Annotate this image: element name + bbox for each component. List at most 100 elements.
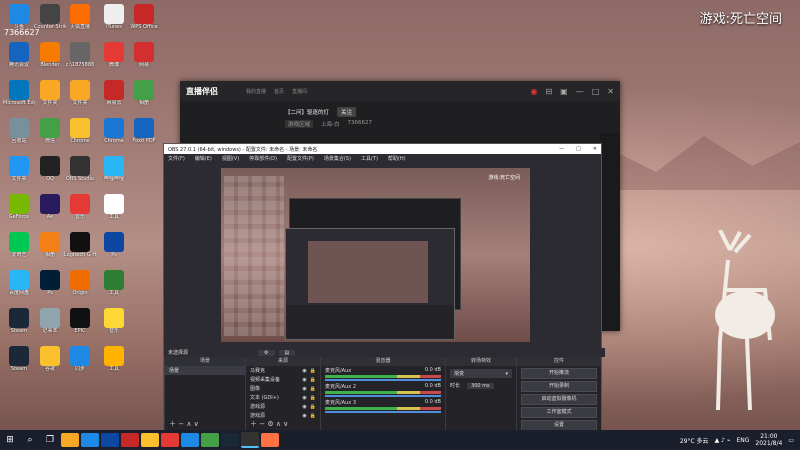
app-icon[interactable] <box>121 433 139 447</box>
eye-icon[interactable]: ◉ <box>302 404 306 410</box>
desktop-shortcut[interactable]: 工具 <box>98 194 130 230</box>
clock[interactable]: 21:00 2021/8/4 <box>755 433 782 447</box>
desktop-shortcut[interactable]: Ps <box>98 232 130 268</box>
control-button[interactable]: 开始推流 <box>521 368 597 379</box>
duration-input[interactable]: 300 ms <box>467 382 494 389</box>
desktop-shortcut[interactable]: 爱奇艺 <box>3 232 35 268</box>
desktop-shortcut[interactable]: 工具 <box>98 346 130 382</box>
desktop-shortcut[interactable]: Counter-Strike <box>34 4 66 40</box>
close-button[interactable]: ✕ <box>607 87 614 96</box>
desktop-shortcut[interactable]: 斗鱼 <box>3 4 35 40</box>
notification-icon[interactable]: ▭ <box>788 437 794 444</box>
desktop-shortcut[interactable]: 音乐 <box>64 194 96 230</box>
filters-button[interactable]: ▤ <box>278 349 296 356</box>
volume-slider[interactable] <box>325 395 441 397</box>
desktop-shortcut[interactable]: 哔哩哔哩 <box>98 156 130 192</box>
desktop-shortcut[interactable]: Foxit PDF <box>128 118 160 154</box>
properties-button[interactable]: ⚙ <box>258 349 275 356</box>
desktop-shortcut[interactable]: 相册 <box>128 80 160 116</box>
desktop-shortcut[interactable]: c:\1875888 <box>64 42 96 78</box>
eye-icon[interactable]: ◉ <box>302 377 306 383</box>
obs-menu-item[interactable]: 工具(T) <box>361 155 378 162</box>
control-button[interactable]: 开始录制 <box>521 381 597 392</box>
lock-icon[interactable]: 🔒 <box>310 395 316 401</box>
obs-menu-item[interactable]: 编辑(E) <box>195 155 212 162</box>
desktop-shortcut[interactable]: Ps <box>34 270 66 306</box>
desktop-shortcut[interactable]: 文件夹 <box>3 156 35 192</box>
desktop-shortcut[interactable]: 百度网盘 <box>3 270 35 306</box>
desktop-shortcut[interactable]: Steam <box>3 346 35 382</box>
source-item[interactable]: 游戏源 ◉ 🔒 <box>246 402 320 411</box>
desktop-shortcut[interactable]: Blender <box>34 42 66 78</box>
desktop-shortcut[interactable]: EPIC <box>64 308 96 344</box>
chrome-icon[interactable] <box>141 433 159 447</box>
desktop-shortcut[interactable]: 记事本 <box>34 308 66 344</box>
desktop-shortcut[interactable]: Logitech G HUB <box>64 232 96 268</box>
scene-item[interactable]: 场景 <box>165 366 245 375</box>
desktop-shortcut[interactable]: iTunes <box>98 4 130 40</box>
lock-icon[interactable]: 🔒 <box>310 413 316 419</box>
desktop-shortcut[interactable]: 微博 <box>98 42 130 78</box>
desktop-shortcut[interactable]: 火狐直播 <box>64 4 96 40</box>
transition-select[interactable]: 渐变 ▾ <box>450 369 512 378</box>
desktop-shortcut[interactable]: 文件夹 <box>34 80 66 116</box>
start-button[interactable]: ⊞ <box>1 433 19 447</box>
eye-icon[interactable]: ◉ <box>302 413 306 419</box>
screen-icon[interactable]: ▣ <box>560 87 568 96</box>
task-view-icon[interactable]: ❐ <box>41 433 59 447</box>
control-button[interactable]: 启动虚拟摄像机 <box>521 394 597 405</box>
client-tab[interactable]: 首页 <box>274 88 284 95</box>
obs-menu-item[interactable]: 帮助(H) <box>388 155 406 162</box>
steam-icon[interactable] <box>221 433 239 447</box>
search-icon[interactable]: ⌕ <box>21 433 39 447</box>
desktop-shortcut[interactable]: 文件夹 <box>64 80 96 116</box>
app-icon[interactable] <box>201 433 219 447</box>
desktop-shortcut[interactable]: QQ <box>34 156 66 192</box>
volume-slider[interactable] <box>325 411 441 413</box>
eye-icon[interactable]: ◉ <box>302 395 306 401</box>
obs-maximize-button[interactable]: □ <box>576 146 581 152</box>
obs-menu-item[interactable]: 视图(V) <box>222 155 239 162</box>
desktop-shortcut[interactable]: 同步 <box>64 346 96 382</box>
source-item[interactable]: 文本 (GDI+) ◉ 🔒 <box>246 393 320 402</box>
desktop-shortcut[interactable]: Steam <box>3 308 35 344</box>
minimize-button[interactable]: — <box>576 87 584 96</box>
desktop-shortcut[interactable]: 网易 <box>128 42 160 78</box>
client-tab[interactable]: 我的直播 <box>246 88 266 95</box>
control-button[interactable]: 工作室模式 <box>521 407 597 418</box>
app-icon[interactable] <box>261 433 279 447</box>
settings-icon[interactable]: ⊟ <box>545 87 552 96</box>
maximize-button[interactable]: □ <box>592 87 600 96</box>
desktop-shortcut[interactable]: 音乐 <box>98 308 130 344</box>
lock-icon[interactable]: 🔒 <box>310 377 316 383</box>
desktop-shortcut[interactable]: Ae <box>34 194 66 230</box>
source-add-icon[interactable]: ＋ − ⚙ ∧ ∨ <box>250 419 288 429</box>
desktop-shortcut[interactable]: 微信 <box>34 118 66 154</box>
obs-menu-item[interactable]: 文件(F) <box>168 155 185 162</box>
desktop-shortcut[interactable]: 工具 <box>98 270 130 306</box>
desktop-shortcut[interactable]: Microsoft Edge <box>3 80 35 116</box>
source-item[interactable]: 视频采集设备 ◉ 🔒 <box>246 375 320 384</box>
eye-icon[interactable]: ◉ <box>302 386 306 392</box>
follow-badge[interactable]: 关注 <box>337 107 357 117</box>
obs-menu-item[interactable]: 配置文件(P) <box>287 155 314 162</box>
app-icon[interactable] <box>181 433 199 447</box>
app-icon[interactable] <box>81 433 99 447</box>
avatar-icon[interactable]: ◉ <box>530 87 537 96</box>
desktop-shortcut[interactable]: 网易云 <box>98 80 130 116</box>
obs-preview[interactable]: 游戏:死亡空间 <box>221 168 530 342</box>
obs-minimize-button[interactable]: — <box>559 146 564 152</box>
app-icon[interactable] <box>161 433 179 447</box>
weather-text[interactable]: 29°C 多云 <box>680 436 709 445</box>
desktop-shortcut[interactable]: WPS Office <box>128 4 160 40</box>
obs-close-button[interactable]: ✕ <box>593 146 597 152</box>
desktop-shortcut[interactable]: 腾讯会议 <box>3 42 35 78</box>
client-tab[interactable]: 直播间 <box>292 88 307 95</box>
scene-add-icon[interactable]: ＋ − ∧ ∨ <box>169 419 199 429</box>
desktop-shortcut[interactable]: OBS Studio <box>64 156 96 192</box>
source-item[interactable]: 图像 ◉ 🔒 <box>246 384 320 393</box>
lock-icon[interactable]: 🔒 <box>310 386 316 392</box>
desktop-shortcut[interactable]: 回收站 <box>3 118 35 154</box>
obs-icon[interactable] <box>241 432 259 448</box>
volume-slider[interactable] <box>325 379 441 381</box>
